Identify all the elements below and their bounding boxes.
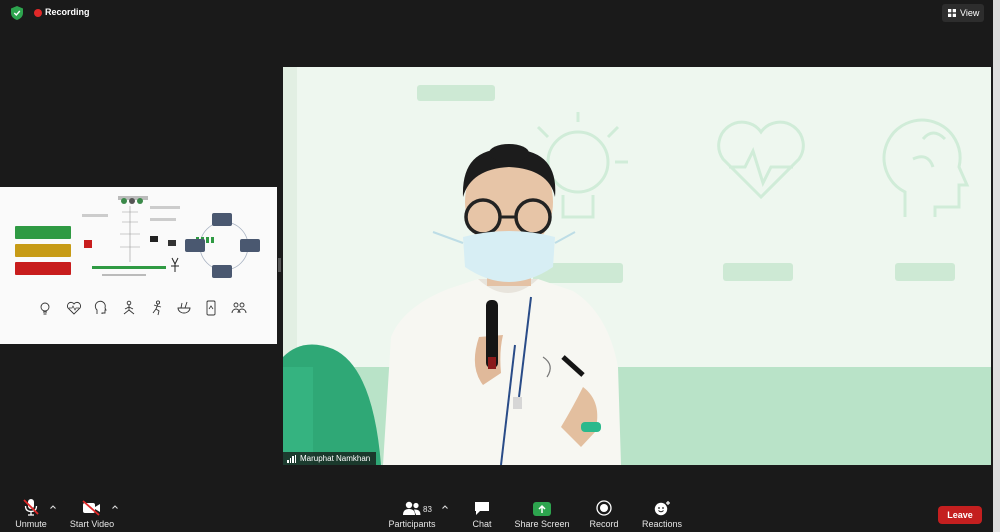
top-bar: Recording View (0, 0, 1000, 26)
speaker-video[interactable] (283, 67, 991, 465)
exercise-icon (152, 300, 162, 316)
slide-body-diagram (82, 196, 180, 276)
record-icon (596, 500, 612, 516)
resize-handle[interactable] (278, 258, 281, 272)
participants-label: Participants (388, 519, 436, 529)
share-screen-label: Share Screen (514, 519, 570, 529)
share-screen-button[interactable]: Share Screen (513, 494, 571, 532)
unmute-label: Unmute (15, 519, 47, 529)
slide-cycle-node (212, 213, 232, 226)
participants-icon (403, 501, 421, 515)
chevron-up-icon[interactable] (111, 503, 119, 511)
reactions-button[interactable]: Reactions (640, 494, 684, 532)
chat-bubble-icon (475, 502, 489, 515)
chat-button[interactable]: Chat (466, 494, 498, 532)
brain-head-icon (94, 300, 107, 314)
slide-box-green (15, 226, 71, 239)
participants-count: 83 (423, 505, 432, 514)
recording-label: Recording (45, 7, 90, 17)
record-label: Record (589, 519, 619, 529)
start-video-label: Start Video (69, 519, 115, 529)
slide-cycle-node (212, 265, 232, 278)
people-icon (231, 302, 247, 314)
participant-name: Maruphat Namkhan (300, 454, 371, 463)
food-bowl-icon (177, 301, 191, 314)
slide-cycle-node (240, 239, 260, 252)
speaker-video-frame (283, 67, 991, 465)
start-video-button[interactable]: Start Video (68, 494, 116, 532)
video-off-icon (82, 500, 100, 516)
slide-box-yellow (15, 244, 71, 257)
shield-icon[interactable] (11, 6, 23, 20)
chevron-up-icon[interactable] (441, 503, 449, 511)
slide-box-red (15, 262, 71, 275)
smiley-plus-icon (654, 501, 670, 516)
record-button[interactable]: Record (585, 494, 623, 532)
view-button[interactable]: View (942, 4, 984, 22)
signal-bars-icon (287, 454, 296, 463)
smartphone-icon (206, 300, 216, 316)
reactions-label: Reactions (641, 519, 683, 529)
share-screen-icon (533, 502, 551, 516)
heart-icon (67, 302, 81, 315)
grid-icon (948, 9, 956, 17)
slide-cycle-node (185, 239, 205, 252)
leave-button[interactable]: Leave (938, 506, 982, 524)
participant-name-tag: Maruphat Namkhan (283, 452, 377, 465)
recording-dot-icon (34, 9, 42, 17)
window-edge (993, 0, 1000, 532)
meditation-icon (123, 300, 135, 315)
muted-microphone-icon (23, 499, 39, 516)
chevron-up-icon[interactable] (49, 503, 57, 511)
unmute-button[interactable]: Unmute (11, 494, 51, 532)
lightbulb-icon (40, 302, 50, 315)
view-label: View (960, 8, 980, 18)
chat-label: Chat (472, 519, 492, 529)
